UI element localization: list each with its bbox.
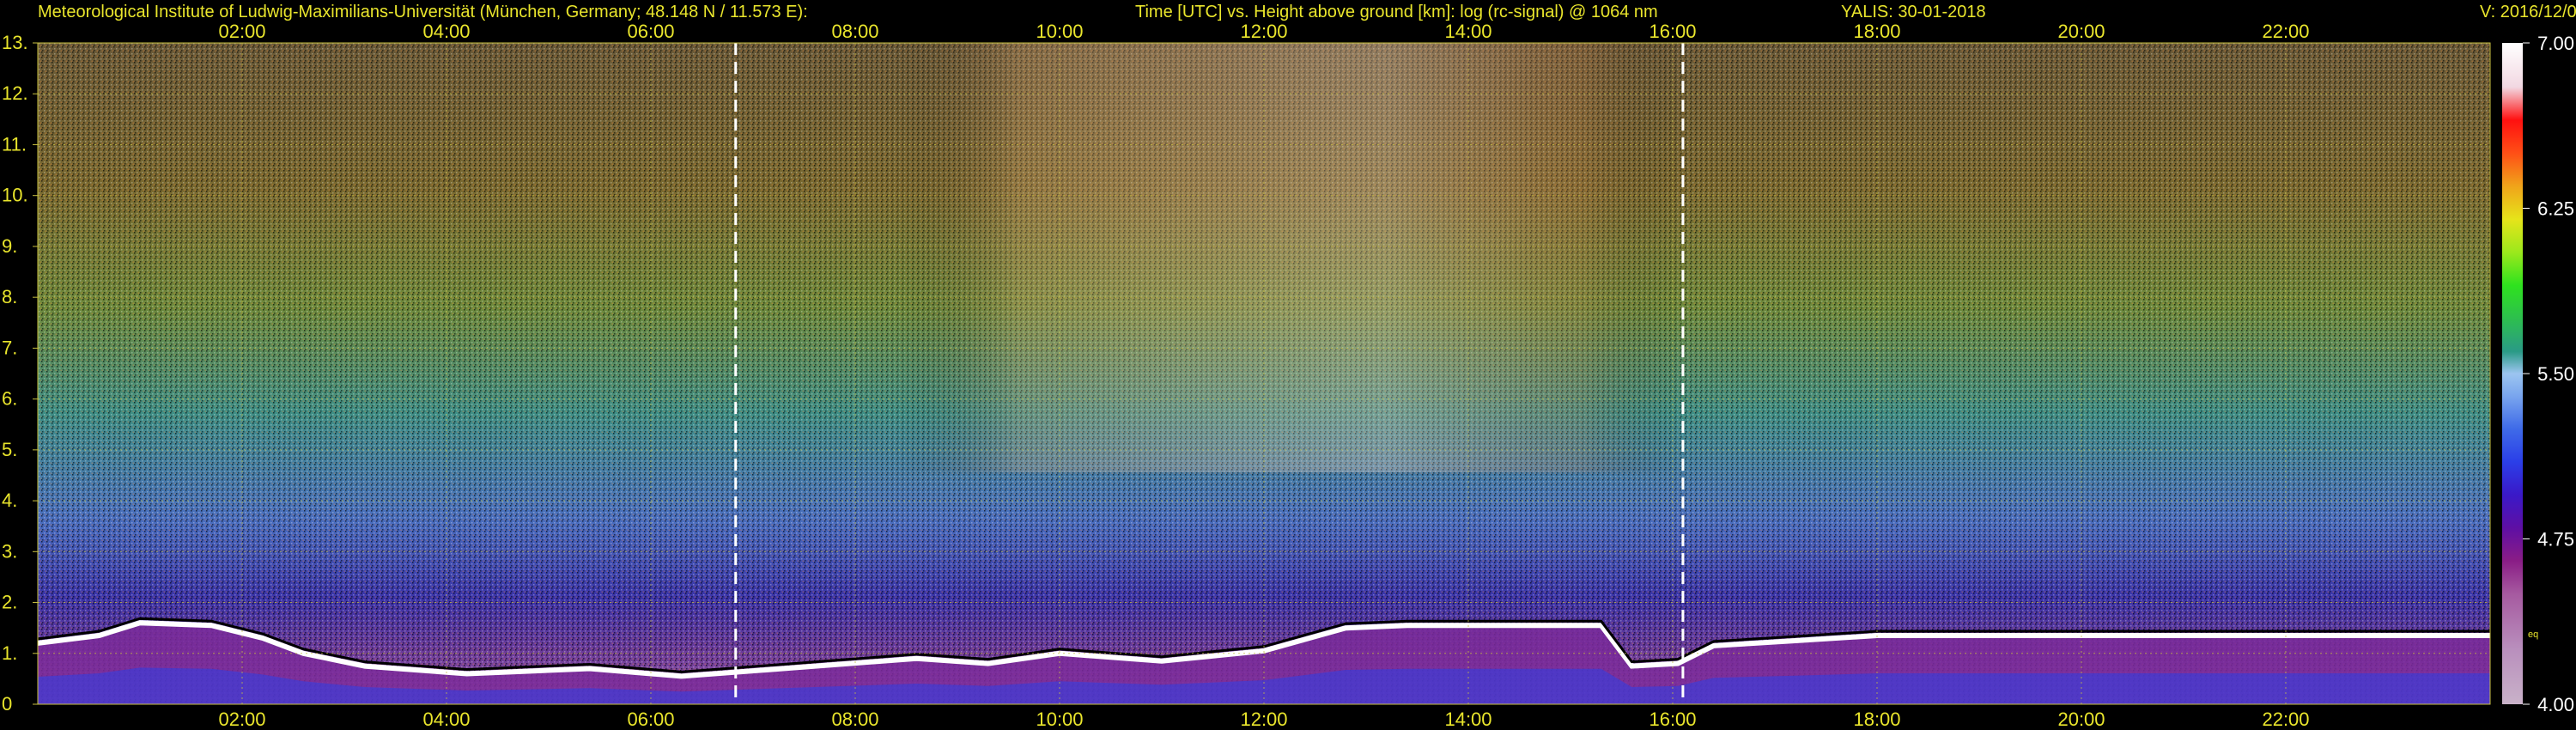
x-tick-label-bottom: 04:00	[422, 709, 470, 730]
y-tick-label: 1.	[2, 642, 17, 664]
colorbar-tick-label: 4.75	[2537, 529, 2574, 551]
x-tick-label-bottom: 22:00	[2262, 709, 2309, 730]
x-axis-ticks-top: 02:00 04:00 06:00 08:00 10:00 12:00 14:00 16:00…	[218, 21, 2309, 42]
y-tick-label: 6.	[2, 388, 17, 410]
x-tick-label-bottom: 02:00	[218, 709, 265, 730]
y-tick-label: 9.	[2, 235, 17, 257]
y-tick-label: 0	[2, 693, 12, 715]
y-tick-label: 11.	[2, 133, 27, 155]
y-tick-label: 13.	[2, 32, 28, 53]
lidar-quicklook-chart: Meteorological Institute of Ludwig-Maxim…	[2, 3, 2576, 730]
x-tick-label-bottom: 08:00	[831, 709, 878, 730]
x-tick-label-top: 04:00	[422, 21, 470, 42]
header-version: V: 2016/12/07	[2480, 3, 2576, 21]
x-tick-label-top: 08:00	[831, 21, 878, 42]
plot-area	[37, 42, 2491, 705]
y-tick-label: 7.	[2, 337, 17, 358]
colorbar-scale	[2502, 43, 2523, 704]
header-station: YALIS: 30-01-2018	[1841, 3, 1986, 21]
y-tick-label: 5.	[2, 439, 17, 460]
header-institute: Meteorological Institute of Ludwig-Maxim…	[38, 3, 808, 21]
x-tick-label-bottom: 12:00	[1240, 709, 1287, 730]
x-tick-label-bottom: 14:00	[1444, 709, 1492, 730]
colorbar-ticks: 4.00 4.75 5.50 6.25 7.00	[2523, 33, 2574, 715]
x-tick-label-top: 02:00	[218, 21, 265, 42]
plot-daylight-noise	[38, 43, 2490, 472]
colorbar: 4.00 4.75 5.50 6.25 7.00 eq	[2502, 33, 2574, 715]
colorbar-extra-label: eq	[2528, 630, 2538, 640]
y-tick-label: 8.	[2, 286, 17, 307]
x-tick-label-top: 14:00	[1444, 21, 1492, 42]
x-tick-label-top: 20:00	[2057, 21, 2105, 42]
x-tick-label-top: 16:00	[1649, 21, 1696, 42]
colorbar-tick-label: 6.25	[2537, 198, 2574, 220]
y-tick-label: 3.	[2, 540, 17, 562]
x-axis-ticks-bottom: 02:00 04:00 06:00 08:00 10:00 12:00 14:00 16:00…	[218, 709, 2309, 730]
header-plot-title: Time [UTC] vs. Height above ground [km]:…	[1135, 3, 1658, 21]
y-tick-label: 4.	[2, 490, 17, 511]
x-tick-label-top: 12:00	[1240, 21, 1287, 42]
colorbar-tick-label: 5.50	[2537, 363, 2574, 385]
x-tick-label-bottom: 10:00	[1036, 709, 1083, 730]
y-axis-ticks: 0 1. 2. 3. 4. 5. 6. 7. 8. 9. 10. 11. 12. 13.	[2, 32, 38, 715]
colorbar-tick-label: 7.00	[2537, 33, 2574, 54]
y-tick-label: 12.	[2, 82, 28, 104]
x-tick-label-bottom: 20:00	[2057, 709, 2105, 730]
x-tick-label-bottom: 18:00	[1853, 709, 1900, 730]
x-tick-label-top: 10:00	[1036, 21, 1083, 42]
x-tick-label-bottom: 16:00	[1649, 709, 1696, 730]
x-tick-label-top: 06:00	[627, 21, 674, 42]
y-tick-label: 10.	[2, 185, 28, 206]
colorbar-tick-label: 4.00	[2537, 694, 2574, 715]
x-tick-label-top: 22:00	[2262, 21, 2309, 42]
y-tick-label: 2.	[2, 592, 17, 613]
x-tick-label-bottom: 06:00	[627, 709, 674, 730]
x-tick-label-top: 18:00	[1853, 21, 1900, 42]
